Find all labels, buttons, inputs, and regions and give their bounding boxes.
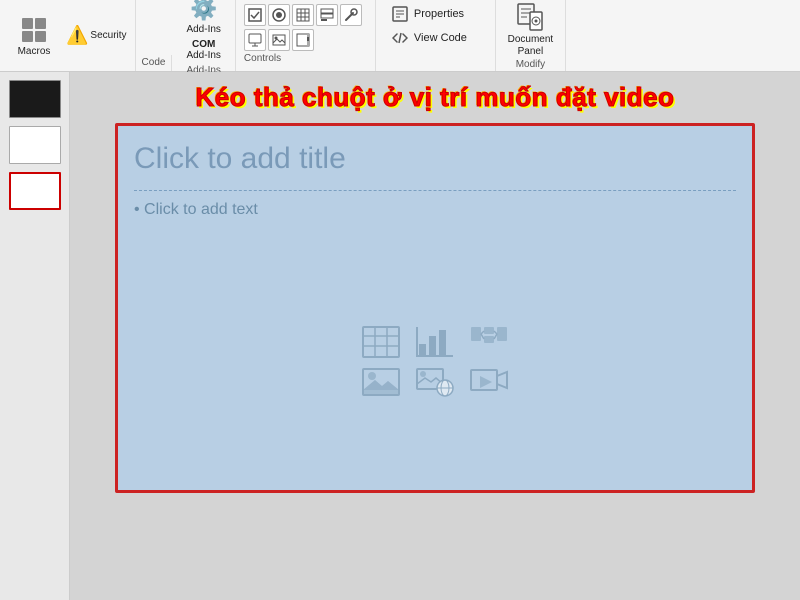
- document-panel-icon: [514, 2, 546, 34]
- monitor-control[interactable]: [244, 29, 266, 51]
- insert-video-icon[interactable]: [470, 366, 508, 398]
- ribbon-toolbar: Macros ⚠️ Security Code ⚙️ Add-Ins COM A…: [0, 0, 800, 72]
- controls-bottom-row: [244, 29, 314, 51]
- insert-icons-row-2: [362, 366, 508, 398]
- scrollbar-control[interactable]: [292, 29, 314, 51]
- slide-content-area[interactable]: • Click to add text: [134, 201, 736, 474]
- ribbon-group-controls: Controls: [236, 0, 376, 71]
- insert-picture-icon[interactable]: [362, 366, 400, 398]
- properties-icon: [392, 6, 408, 22]
- macros-label: Macros: [18, 46, 51, 58]
- slide-content-placeholder: • Click to add text: [134, 201, 736, 219]
- document-panel-label2: Panel: [518, 46, 544, 57]
- slide-insert-icons: [134, 249, 736, 474]
- code-group-label: Code: [136, 55, 173, 71]
- instruction-banner: Kéo thả chuột ở vị trí muốn đặt video: [195, 82, 674, 113]
- insert-smartart-icon[interactable]: [470, 326, 508, 358]
- ribbon-group-code: Macros ⚠️ Security: [4, 0, 136, 71]
- ribbon-group-addins: ⚙️ Add-Ins COM Add-Ins Add-Ins: [172, 0, 235, 71]
- insert-online-picture-icon[interactable]: [416, 366, 454, 398]
- insert-table-icon[interactable]: [362, 326, 400, 358]
- macros-button[interactable]: Macros: [10, 12, 58, 60]
- document-panel-button[interactable]: Document Panel: [508, 2, 554, 57]
- wrench-control[interactable]: [340, 4, 362, 26]
- com-label: COM: [192, 39, 215, 50]
- com-addins-label: Add-Ins: [186, 50, 220, 61]
- slide-panel: [0, 72, 70, 600]
- view-code-label: View Code: [414, 32, 467, 44]
- macro-security-button[interactable]: ⚠️ Security: [64, 23, 129, 48]
- slide-thumb-1[interactable]: [9, 80, 61, 118]
- warning-icon: ⚠️: [66, 25, 88, 46]
- radio-control[interactable]: [268, 4, 290, 26]
- ribbon-group-view: Properties View Code: [376, 0, 496, 71]
- slide-title-placeholder: Click to add title: [134, 142, 346, 175]
- addins-icon[interactable]: ⚙️: [190, 0, 217, 22]
- slide-thumb-2[interactable]: [9, 126, 61, 164]
- controls-group-label: Controls: [244, 53, 281, 64]
- slide-editor-area: Kéo thả chuột ở vị trí muốn đặt video Cl…: [70, 72, 800, 600]
- image-control[interactable]: [268, 29, 290, 51]
- security-label: Security: [90, 30, 126, 42]
- view-code-icon: [392, 30, 408, 46]
- insert-chart-icon[interactable]: [416, 326, 454, 358]
- slide-thumb-3[interactable]: [9, 172, 61, 210]
- main-area: Kéo thả chuột ở vị trí muốn đặt video Cl…: [0, 72, 800, 600]
- modify-group-label: Modify: [516, 59, 545, 70]
- slide-title-area[interactable]: Click to add title: [134, 142, 736, 191]
- addins-label: Add-Ins: [186, 24, 220, 35]
- macros-icon: [18, 14, 50, 46]
- properties-label: Properties: [414, 8, 464, 20]
- checkbox-control[interactable]: [244, 4, 266, 26]
- insert-icons-row-1: [362, 326, 508, 358]
- ribbon-group-modify: Document Panel Modify: [496, 0, 566, 71]
- listbox-control[interactable]: [316, 4, 338, 26]
- controls-top-row: [244, 4, 362, 26]
- document-panel-label1: Document: [508, 34, 554, 46]
- slide-canvas[interactable]: Click to add title • Click to add text: [115, 123, 755, 493]
- properties-button[interactable]: Properties: [388, 4, 483, 24]
- view-code-button[interactable]: View Code: [388, 28, 483, 48]
- com-addins-button[interactable]: COM Add-Ins: [182, 37, 224, 63]
- table-control[interactable]: [292, 4, 314, 26]
